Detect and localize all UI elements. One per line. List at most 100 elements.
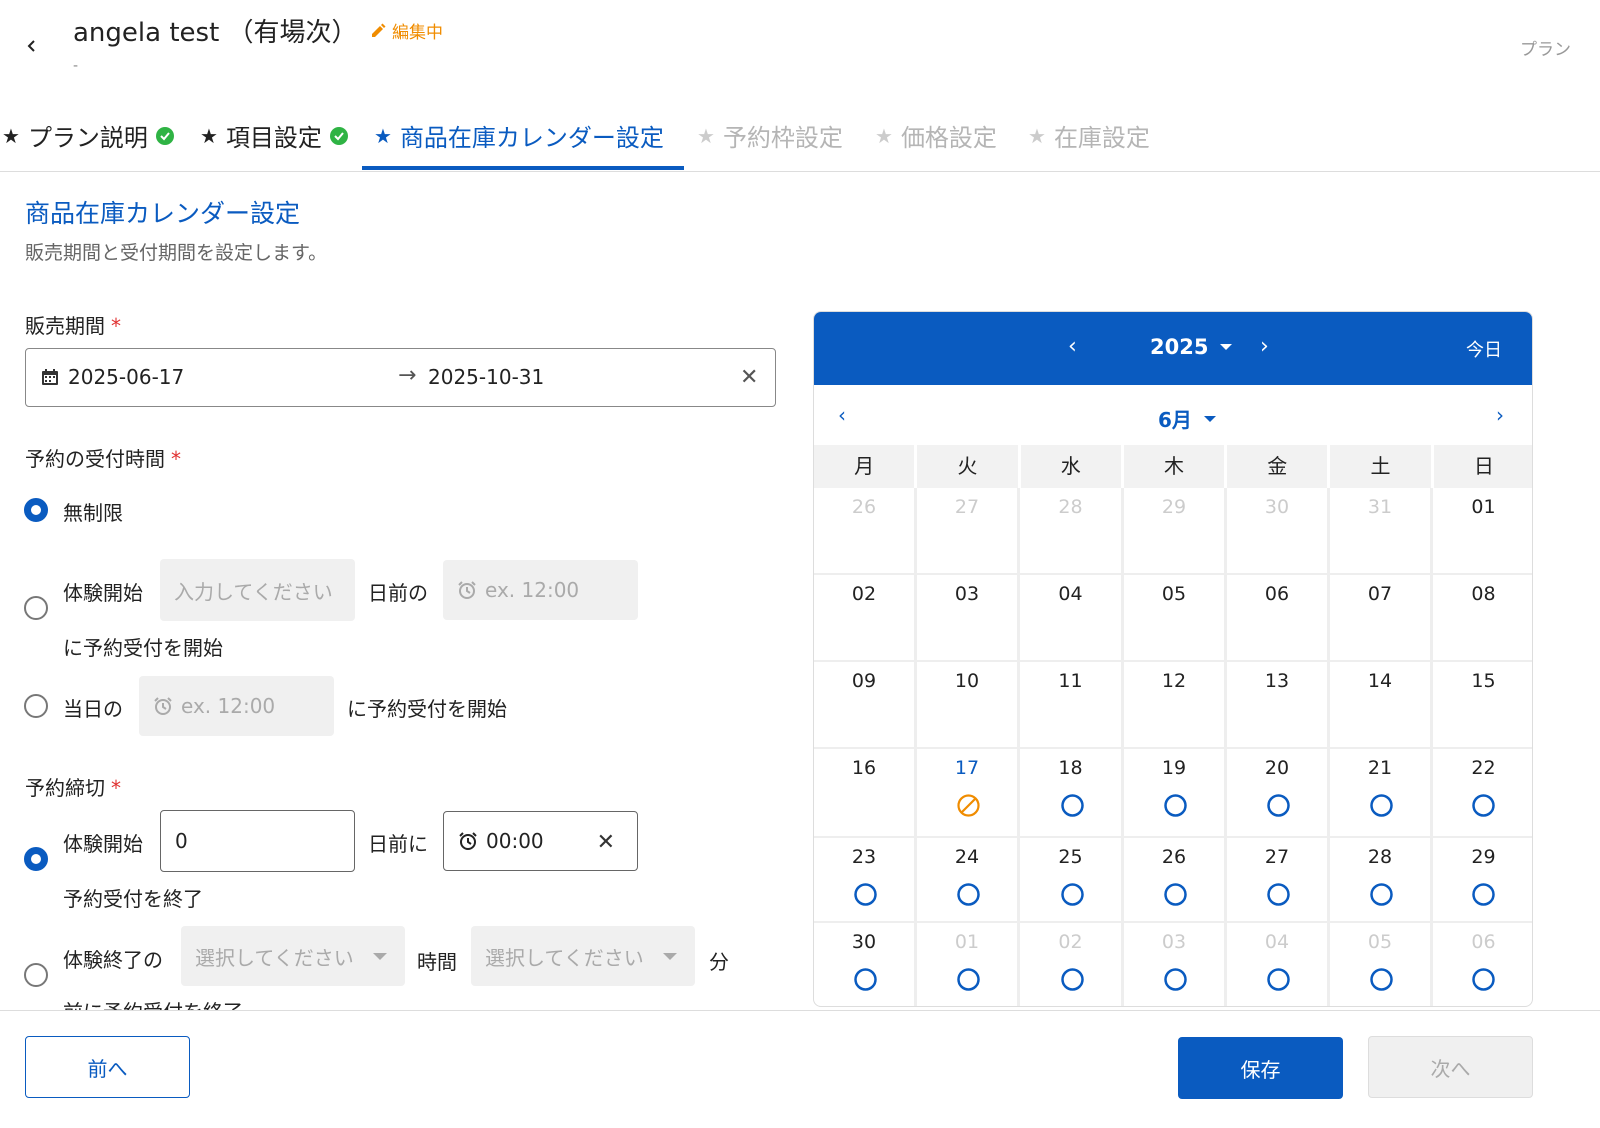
calendar-day-cell[interactable]: 26 — [814, 488, 917, 575]
calendar-day-cell[interactable]: 21 — [1330, 749, 1433, 838]
calendar-day-cell[interactable]: 18 — [1020, 749, 1124, 838]
calendar-day-cell[interactable]: 06 — [1433, 923, 1532, 1006]
calendar-day-cell[interactable]: 31 — [1330, 488, 1433, 575]
calendar-day-cell[interactable]: 30 — [1227, 488, 1330, 575]
month-selector[interactable]: 6月 — [1158, 404, 1216, 433]
hour-unit: 時間 — [417, 950, 457, 974]
next-year-icon[interactable]: › — [1260, 334, 1269, 359]
calendar-day-cell[interactable]: 13 — [1227, 662, 1330, 749]
calendar-day-cell[interactable]: 25 — [1020, 838, 1124, 923]
calendar-day-cell[interactable]: 22 — [1433, 749, 1532, 838]
available-circle-icon — [1267, 883, 1290, 906]
next-step-button[interactable]: 次へ — [1368, 1036, 1533, 1098]
calendar-day-cell[interactable]: 10 — [917, 662, 1020, 749]
calendar-day-cell[interactable]: 11 — [1020, 662, 1124, 749]
calendar-day-cell[interactable]: 01 — [1433, 488, 1532, 575]
tab-slot-settings[interactable]: ★ 予約枠設定 — [697, 118, 843, 153]
calendar-day-cell[interactable]: 07 — [1330, 575, 1433, 662]
deadline-time-input[interactable]: 00:00 ✕ — [443, 811, 638, 871]
save-button[interactable]: 保存 — [1178, 1037, 1343, 1099]
day-number: 04 — [1264, 931, 1290, 953]
calendar-day-cell[interactable]: 17 — [917, 749, 1020, 838]
weekday-label: 日 — [1473, 454, 1494, 478]
calendar-day-cell[interactable]: 14 — [1330, 662, 1433, 749]
reception-days-unit: 日前の — [368, 581, 428, 605]
year-selector[interactable]: 2025 — [1150, 335, 1233, 359]
deadline-label: 予約締切 * — [25, 776, 121, 800]
calendar-day-cell[interactable]: 15 — [1433, 662, 1532, 749]
sales-period-range-input[interactable]: 2025-06-17 → 2025-10-31 ✕ — [25, 348, 776, 407]
calendar-day-cell[interactable]: 02 — [814, 575, 917, 662]
calendar-day-cell[interactable]: 12 — [1124, 662, 1227, 749]
footer-divider — [0, 1010, 1600, 1011]
day-number: 28 — [1058, 496, 1083, 518]
weekday-label: 木 — [1124, 445, 1228, 488]
calendar-day-cell[interactable]: 26 — [1124, 838, 1227, 923]
alarm-clock-icon — [459, 832, 477, 850]
star-icon: ★ — [200, 123, 218, 148]
calendar-day-cell[interactable]: 24 — [917, 838, 1020, 923]
calendar-day-cell[interactable]: 28 — [1330, 838, 1433, 923]
today-button[interactable]: 今日 — [1466, 336, 1502, 362]
prev-year-icon[interactable]: ‹ — [1068, 334, 1077, 359]
deadline-days-input[interactable]: 0 — [160, 810, 355, 872]
calendar-day-cell[interactable]: 03 — [917, 575, 1020, 662]
deadline-minute-select[interactable]: 選択してください — [471, 926, 695, 986]
calendar-day-cell[interactable]: 05 — [1330, 923, 1433, 1006]
end-date[interactable]: 2025-10-31 — [428, 365, 544, 389]
available-circle-icon — [957, 883, 980, 906]
calendar-day-cell[interactable]: 20 — [1227, 749, 1330, 838]
prev-month-icon[interactable]: ‹ — [838, 403, 846, 427]
calendar-day-cell[interactable]: 28 — [1020, 488, 1124, 575]
subtitle: - — [73, 58, 79, 74]
check-circle-icon — [155, 126, 174, 145]
calendar-day-cell[interactable]: 23 — [814, 838, 917, 923]
calendar-day-cell[interactable]: 06 — [1227, 575, 1330, 662]
same-day-time-input[interactable]: ex. 12:00 — [139, 676, 334, 736]
day-number: 31 — [1367, 496, 1393, 518]
calendar-day-cell[interactable]: 02 — [1020, 923, 1124, 1006]
calendar-day-cell[interactable]: 05 — [1124, 575, 1227, 662]
clear-icon[interactable]: ✕ — [740, 365, 758, 390]
reception-days-input[interactable]: 入力してください — [160, 559, 355, 621]
tab-price-settings[interactable]: ★ 価格設定 — [875, 118, 997, 153]
tab-inventory-settings[interactable]: ★ 在庫設定 — [1028, 118, 1150, 153]
calendar-day-cell[interactable]: 03 — [1124, 923, 1227, 1006]
deadline-before-end-radio[interactable] — [24, 963, 48, 987]
reception-time-input[interactable]: ex. 12:00 — [443, 560, 638, 620]
unavailable-icon — [957, 794, 980, 817]
deadline-end-prefix: 体験終了の — [63, 948, 163, 972]
reception-days-before-radio[interactable] — [24, 596, 48, 620]
calendar-day-cell[interactable]: 04 — [1020, 575, 1124, 662]
deadline-hour-select[interactable]: 選択してください — [181, 926, 405, 986]
deadline-days-before-radio[interactable] — [24, 847, 48, 871]
tab-label: 商品在庫カレンダー設定 — [399, 124, 664, 152]
next-month-icon[interactable]: › — [1496, 403, 1504, 427]
calendar-day-cell[interactable]: 27 — [1227, 838, 1330, 923]
plan-link[interactable]: プラン — [1520, 35, 1571, 60]
calendar-day-cell[interactable]: 30 — [814, 923, 917, 1006]
calendar-day-cell[interactable]: 27 — [917, 488, 1020, 575]
editing-label: 編集中 — [392, 23, 443, 43]
calendar-day-cell[interactable]: 04 — [1227, 923, 1330, 1006]
calendar-day-cell[interactable]: 19 — [1124, 749, 1227, 838]
calendar-day-cell[interactable]: 29 — [1433, 838, 1532, 923]
calendar-day-cell[interactable]: 01 — [917, 923, 1020, 1006]
reception-unlimited-radio[interactable] — [24, 498, 48, 522]
back-button[interactable] — [22, 32, 42, 60]
tab-plan-description[interactable]: ★ プラン説明 — [2, 118, 174, 153]
calendar-day-cell[interactable]: 08 — [1433, 575, 1532, 662]
star-icon: ★ — [875, 123, 893, 148]
clear-icon[interactable]: ✕ — [597, 830, 615, 855]
deadline-days-unit: 日前に — [368, 832, 428, 856]
calendar-day-cell[interactable]: 16 — [814, 749, 917, 838]
calendar-day-cell[interactable]: 09 — [814, 662, 917, 749]
tab-item-settings[interactable]: ★ 項目設定 — [200, 118, 348, 153]
start-date[interactable]: 2025-06-17 — [68, 365, 184, 389]
reception-same-day-radio[interactable] — [24, 694, 48, 718]
alarm-clock-icon — [154, 697, 172, 715]
day-number: 15 — [1471, 670, 1496, 692]
prev-step-button[interactable]: 前へ — [25, 1036, 190, 1098]
calendar-day-cell[interactable]: 29 — [1124, 488, 1227, 575]
tab-calendar-settings[interactable]: ★ 商品在庫カレンダー設定 — [374, 118, 664, 153]
